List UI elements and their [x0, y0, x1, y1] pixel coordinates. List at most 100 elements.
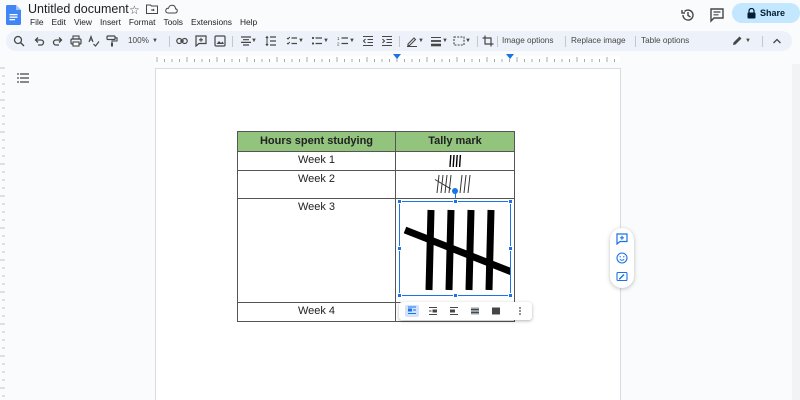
in-front-of-text-icon[interactable]	[489, 305, 503, 317]
docs-logo-icon[interactable]	[6, 5, 21, 25]
numbered-list-icon[interactable]: 12	[337, 35, 349, 47]
border-weight-dropdown-icon[interactable]: ▼	[442, 38, 448, 44]
undo-icon[interactable]	[33, 35, 45, 47]
tally-stroke	[467, 174, 471, 194]
image-options-button[interactable]: Image options	[502, 36, 553, 45]
table-row: Week 1	[237, 151, 515, 171]
document-outline-icon[interactable]	[17, 73, 29, 83]
border-dash-icon[interactable]	[453, 35, 465, 47]
line-spacing-icon[interactable]	[265, 35, 277, 47]
first-line-indent-marker-icon[interactable]	[393, 54, 401, 60]
menu-extensions[interactable]: Extensions	[187, 16, 236, 28]
tally-stroke	[458, 154, 462, 168]
resize-handle-bottom-left[interactable]	[397, 293, 402, 298]
search-menus-icon[interactable]	[13, 35, 25, 47]
resize-handle-top-right[interactable]	[508, 199, 513, 204]
increase-indent-icon[interactable]	[381, 35, 393, 47]
numbered-dropdown-icon[interactable]: ▼	[349, 38, 355, 44]
table-cell-tally[interactable]	[395, 151, 515, 171]
border-color-dropdown-icon[interactable]: ▼	[418, 38, 424, 44]
resize-handle-bottom[interactable]	[453, 293, 458, 298]
resize-handle-top[interactable]	[453, 199, 458, 204]
toolbar-divider	[477, 36, 478, 47]
suggest-edits-icon[interactable]	[616, 271, 628, 283]
menu-bar: File Edit View Insert Format Tools Exten…	[30, 16, 261, 28]
resize-handle-right[interactable]	[508, 246, 513, 251]
share-button[interactable]: Share	[732, 3, 800, 23]
menu-format[interactable]: Format	[125, 16, 160, 28]
add-comment-icon[interactable]	[616, 233, 628, 245]
bullet-dropdown-icon[interactable]: ▼	[323, 38, 329, 44]
rotation-handle[interactable]	[452, 188, 458, 194]
menu-file[interactable]: File	[30, 16, 48, 28]
emoji-reaction-icon[interactable]	[616, 252, 628, 264]
header-tally-mark[interactable]: Tally mark	[395, 131, 515, 152]
resize-handle-top-left[interactable]	[397, 199, 402, 204]
tally-week-1-image[interactable]	[445, 153, 465, 170]
week-2-label: Week 2	[297, 173, 336, 185]
move-to-folder-icon[interactable]	[146, 4, 158, 14]
redo-icon[interactable]	[52, 35, 64, 47]
toolbar-divider	[169, 36, 170, 47]
resize-handle-bottom-right[interactable]	[508, 293, 513, 298]
week-4-label: Week 4	[297, 305, 336, 317]
insert-image-icon[interactable]	[214, 35, 226, 47]
tally-stroke	[455, 154, 458, 168]
header-hours-spent-studying[interactable]: Hours spent studying	[237, 131, 396, 152]
menu-insert[interactable]: Insert	[96, 16, 125, 28]
editing-mode-pencil-icon[interactable]	[731, 35, 743, 47]
checklist-icon[interactable]	[286, 35, 298, 47]
table-options-button[interactable]: Table options	[641, 36, 689, 45]
zoom-select[interactable]: 100%	[128, 36, 149, 45]
border-color-icon[interactable]	[406, 35, 418, 47]
comments-icon[interactable]	[709, 7, 725, 23]
version-history-icon[interactable]	[680, 7, 696, 23]
editing-mode-dropdown-icon[interactable]: ▼	[745, 38, 751, 44]
border-dash-dropdown-icon[interactable]: ▼	[465, 38, 471, 44]
menu-view[interactable]: View	[70, 16, 96, 28]
crop-icon[interactable]	[482, 35, 494, 47]
week-3-label: Week 3	[297, 201, 336, 213]
border-weight-icon[interactable]	[430, 35, 442, 47]
image-selection-frame[interactable]	[399, 201, 511, 296]
table-cell-week-label[interactable]: Week 2	[237, 170, 396, 199]
more-options-icon[interactable]	[513, 305, 521, 317]
tally-stroke	[444, 174, 448, 194]
hide-menus-chevron-up-icon[interactable]	[771, 35, 783, 47]
right-indent-marker-icon[interactable]	[506, 54, 514, 60]
replace-image-button[interactable]: Replace image	[571, 36, 626, 45]
ruler-ticks	[156, 57, 615, 62]
vertical-scrollbar[interactable]	[792, 64, 800, 400]
resize-handle-left[interactable]	[397, 246, 402, 251]
insert-comment-icon[interactable]	[195, 35, 207, 47]
paint-format-icon[interactable]	[106, 35, 118, 47]
spellcheck-icon[interactable]	[88, 35, 100, 47]
in-line-wrap-icon[interactable]	[405, 305, 419, 317]
decrease-indent-icon[interactable]	[362, 35, 374, 47]
align-dropdown-icon[interactable]: ▼	[251, 38, 257, 44]
table-cell-week-label[interactable]: Week 3	[237, 198, 396, 303]
checklist-dropdown-icon[interactable]: ▼	[298, 38, 304, 44]
zoom-dropdown-icon[interactable]: ▼	[152, 38, 158, 44]
wrap-text-icon[interactable]	[426, 305, 440, 317]
menu-tools[interactable]: Tools	[159, 16, 187, 28]
break-text-icon[interactable]	[447, 305, 461, 317]
toolbar-divider	[399, 36, 400, 47]
print-icon[interactable]	[70, 35, 82, 47]
menu-edit[interactable]: Edit	[48, 16, 70, 28]
bulleted-list-icon[interactable]	[311, 35, 323, 47]
vertical-ruler[interactable]	[0, 64, 5, 400]
table-cell-week-label[interactable]: Week 4	[237, 302, 396, 322]
lock-icon	[747, 7, 756, 18]
tally-stroke	[449, 154, 452, 168]
table-header-row: Hours spent studying Tally mark	[237, 131, 515, 152]
menu-help[interactable]: Help	[236, 16, 261, 28]
document-title[interactable]: Untitled document	[28, 2, 129, 16]
star-icon[interactable]: ☆	[129, 3, 140, 17]
cloud-status-icon[interactable]	[165, 4, 178, 14]
table-row: Week 2	[237, 170, 515, 199]
table-cell-week-label[interactable]: Week 1	[237, 151, 396, 171]
behind-text-icon[interactable]	[468, 305, 482, 317]
horizontal-ruler[interactable]	[0, 52, 800, 64]
insert-link-icon[interactable]	[176, 35, 188, 47]
